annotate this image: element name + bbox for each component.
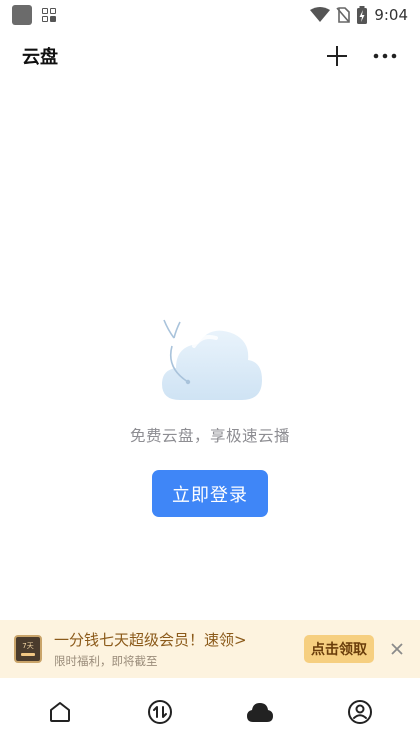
app-actions xyxy=(324,43,398,69)
more-button[interactable] xyxy=(372,43,398,69)
nav-home[interactable] xyxy=(33,692,87,732)
vip-badge-text: 7天 xyxy=(22,642,34,650)
no-sim-icon xyxy=(336,7,351,23)
status-right: 9:04 xyxy=(310,6,408,24)
close-icon xyxy=(391,643,403,655)
wifi-icon xyxy=(310,7,331,22)
add-button[interactable] xyxy=(324,43,350,69)
promo-subtitle: 限时福利，即将截至 xyxy=(54,653,158,668)
cloud-icon xyxy=(247,703,273,722)
vip-badge-icon: 7天 xyxy=(14,635,42,663)
profile-icon xyxy=(348,700,372,724)
home-icon xyxy=(50,702,70,722)
nav-cloud[interactable] xyxy=(233,692,287,732)
app-square-icon xyxy=(12,5,32,25)
claim-button[interactable]: 点击领取 xyxy=(304,635,374,663)
nav-transfer[interactable] xyxy=(133,692,187,732)
promo-title[interactable]: 一分钱七天超级会员！速领> xyxy=(54,630,247,650)
transfer-icon xyxy=(148,700,172,724)
plus-icon xyxy=(327,46,347,66)
nav-profile[interactable] xyxy=(333,692,387,732)
status-left xyxy=(12,5,56,25)
cloud-illustration xyxy=(162,319,262,400)
empty-message: 免费云盘，享极速云播 xyxy=(129,427,290,445)
more-icon xyxy=(373,53,397,59)
promo-banner[interactable]: 7天 一分钱七天超级会员！速领> 限时福利，即将截至 点击领取 xyxy=(0,620,420,678)
page-title: 云盘 xyxy=(22,47,58,68)
status-time: 9:04 xyxy=(374,6,408,24)
status-bar: 9:04 xyxy=(0,0,420,30)
empty-state: 免费云盘，享极速云播 立即登录 xyxy=(0,316,420,517)
bottom-nav xyxy=(0,688,420,736)
login-button[interactable]: 立即登录 xyxy=(152,470,268,517)
battery-charging-icon xyxy=(357,6,368,24)
promo-close-button[interactable] xyxy=(388,640,406,658)
grid-icon xyxy=(42,8,56,22)
promo-text: 一分钱七天超级会员！速领> 限时福利，即将截至 xyxy=(54,630,247,669)
app-bar: 云盘 xyxy=(0,36,420,76)
